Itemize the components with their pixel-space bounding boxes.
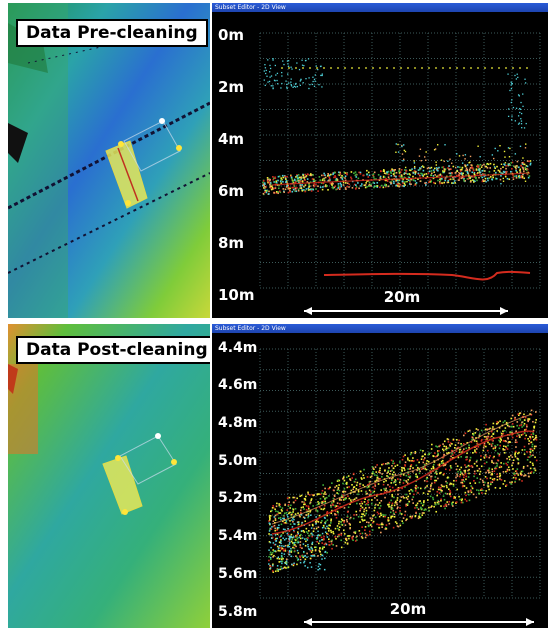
outlier-line <box>281 67 528 69</box>
y-axis-tick-label: 4m <box>218 130 245 148</box>
pre-cleaning-profile-view: Subset Editor - 2D View 0m 2m 4m 6m 8m 10m 20… <box>212 3 548 318</box>
scale-bar <box>304 307 508 315</box>
post-cleaning-caption: Data Post-cleaning <box>16 336 210 364</box>
pre-cleaning-plot-area <box>259 32 541 315</box>
pre-cleaning-map-image <box>8 3 210 318</box>
post-cleaning-map-image <box>8 324 210 628</box>
pre-cleaning-caption: Data Pre-cleaning <box>16 19 208 47</box>
y-axis-tick-label: 2m <box>218 78 245 96</box>
y-axis-tick-label: 5.6m <box>218 565 258 582</box>
window-title-bar: Subset Editor - 2D View <box>212 324 548 333</box>
sounding-points <box>268 409 538 573</box>
pre-cleaning-map: Data Pre-cleaning <box>8 3 210 318</box>
post-cleaning-map: Data Post-cleaning <box>8 324 210 628</box>
post-cleaning-profile-view: Subset Editor - 2D View 4.4m 4.6m 4.8m 5.0m… <box>212 324 548 628</box>
y-axis-tick-label: 10m <box>218 286 255 304</box>
y-axis-tick-label: 0m <box>218 26 245 44</box>
outlier-track <box>323 270 531 281</box>
y-axis-tick-label: 4.8m <box>218 415 258 432</box>
y-axis-tick-label: 5.8m <box>218 603 258 620</box>
y-axis-tick-label: 8m <box>218 234 245 252</box>
window-title-bar: Subset Editor - 2D View <box>212 3 548 12</box>
y-axis-tick-label: 5.2m <box>218 490 258 507</box>
y-axis-tick-label: 5.0m <box>218 452 258 469</box>
post-cleaning-plot-area <box>259 348 541 626</box>
scale-bar-label: 20m <box>383 288 421 306</box>
scale-bar <box>304 618 534 626</box>
y-axis-tick-label: 4.4m <box>218 339 258 356</box>
y-axis-tick-label: 6m <box>218 182 245 200</box>
grid <box>259 348 541 599</box>
y-axis-tick-label: 5.4m <box>218 528 258 545</box>
grid <box>259 32 541 289</box>
scale-bar-label: 20m <box>389 600 427 618</box>
y-axis-tick-label: 4.6m <box>218 377 258 394</box>
